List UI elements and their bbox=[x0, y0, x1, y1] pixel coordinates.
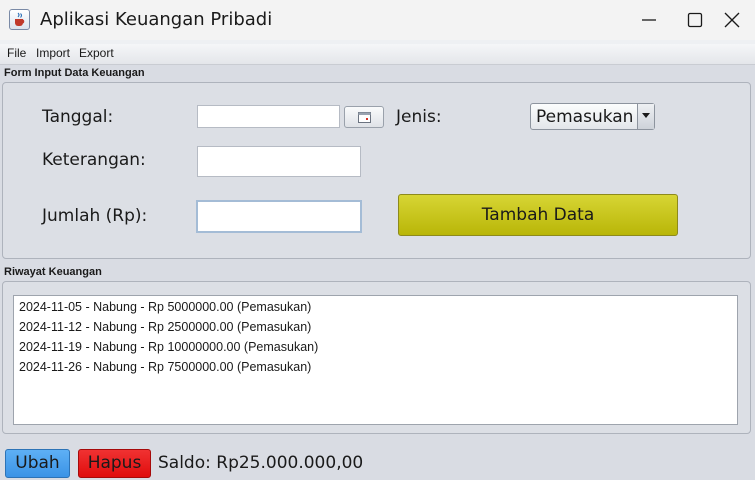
close-button[interactable] bbox=[709, 0, 755, 40]
type-select-value: Pemasukan bbox=[536, 107, 634, 127]
list-item[interactable]: 2024-11-19 - Nabung - Rp 10000000.00 (Pe… bbox=[19, 340, 318, 354]
description-input[interactable] bbox=[197, 146, 361, 177]
menu-export[interactable]: Export bbox=[79, 46, 114, 60]
balance-label: Saldo: Rp25.000.000,00 bbox=[158, 453, 364, 473]
menu-import[interactable]: Import bbox=[36, 46, 70, 60]
date-label: Tanggal: bbox=[42, 107, 114, 127]
history-group-title: Riwayat Keuangan bbox=[4, 266, 102, 278]
amount-input[interactable] bbox=[196, 200, 362, 233]
menu-bar: File Import Export bbox=[0, 44, 755, 65]
description-label: Keterangan: bbox=[42, 150, 146, 170]
title-bar: Aplikasi Keuangan Pribadi bbox=[0, 0, 755, 40]
close-icon bbox=[724, 12, 740, 28]
add-data-button[interactable]: Tambah Data bbox=[398, 194, 678, 236]
delete-button[interactable]: Hapus bbox=[78, 449, 151, 478]
calendar-icon bbox=[358, 112, 371, 123]
type-select[interactable]: Pemasukan bbox=[530, 103, 655, 130]
date-picker-button[interactable] bbox=[344, 106, 384, 128]
type-label: Jenis: bbox=[396, 107, 442, 127]
list-item[interactable]: 2024-11-05 - Nabung - Rp 5000000.00 (Pem… bbox=[19, 300, 311, 314]
date-input[interactable] bbox=[197, 105, 340, 128]
edit-button[interactable]: Ubah bbox=[5, 449, 70, 478]
history-list[interactable]: 2024-11-05 - Nabung - Rp 5000000.00 (Pem… bbox=[13, 295, 738, 425]
amount-label: Jumlah (Rp): bbox=[42, 206, 148, 226]
chevron-down-icon[interactable] bbox=[637, 104, 654, 129]
menu-file[interactable]: File bbox=[7, 46, 26, 60]
maximize-icon bbox=[687, 12, 703, 28]
window-title: Aplikasi Keuangan Pribadi bbox=[40, 9, 273, 30]
list-item[interactable]: 2024-11-26 - Nabung - Rp 7500000.00 (Pem… bbox=[19, 360, 311, 374]
java-cup-icon bbox=[9, 9, 30, 30]
form-group-title: Form Input Data Keuangan bbox=[4, 67, 145, 79]
list-item[interactable]: 2024-11-12 - Nabung - Rp 2500000.00 (Pem… bbox=[19, 320, 311, 334]
